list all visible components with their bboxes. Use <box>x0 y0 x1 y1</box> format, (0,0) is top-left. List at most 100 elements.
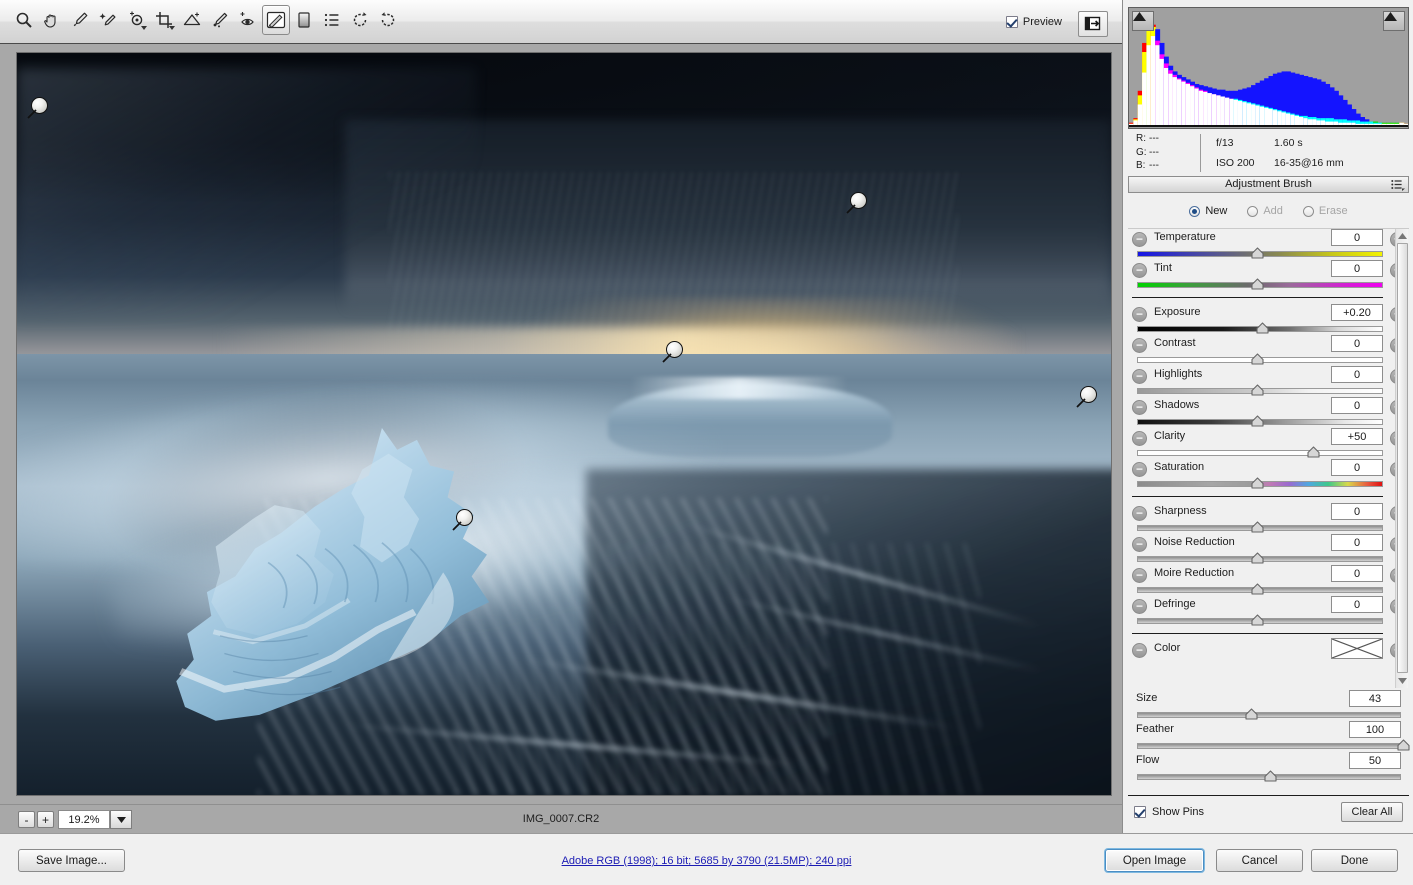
adjustment-pin-5[interactable] <box>449 509 473 533</box>
zoom-level-field[interactable]: 19.2% <box>58 810 110 829</box>
exposure-value-field[interactable]: +0.20 <box>1331 304 1383 321</box>
sharpness-value-field[interactable]: 0 <box>1331 503 1383 520</box>
saturation-decrease-button[interactable]: − <box>1132 462 1147 477</box>
done-button[interactable]: Done <box>1311 849 1398 872</box>
white-balance-tool[interactable] <box>66 5 94 35</box>
zoom-level-dropdown[interactable] <box>110 810 132 829</box>
radio-icon <box>1189 206 1200 217</box>
show-pins-checkbox-box[interactable] <box>1134 806 1146 818</box>
brush-mode-erase[interactable]: Erase <box>1303 205 1348 217</box>
temperature-decrease-button[interactable]: − <box>1132 232 1147 247</box>
highlights-decrease-button[interactable]: − <box>1132 369 1147 384</box>
spot-removal-tool[interactable] <box>206 5 234 35</box>
cancel-button[interactable]: Cancel <box>1216 849 1303 872</box>
adjustment-pin-4[interactable] <box>1073 386 1097 410</box>
exposure-thumb[interactable] <box>1256 322 1269 335</box>
presets-tool[interactable] <box>318 5 346 35</box>
saturation-thumb[interactable] <box>1251 477 1264 490</box>
contrast-thumb[interactable] <box>1251 353 1264 366</box>
highlights-thumb[interactable] <box>1251 384 1264 397</box>
scroll-down-arrow[interactable] <box>1397 675 1408 687</box>
clarity-track[interactable] <box>1137 450 1383 456</box>
zoom-tool[interactable] <box>10 5 38 35</box>
noise-reduction-value-field[interactable]: 0 <box>1331 534 1383 551</box>
tool-group <box>10 5 402 35</box>
sharpness-decrease-button[interactable]: − <box>1132 506 1147 521</box>
defringe-thumb[interactable] <box>1251 614 1264 627</box>
image-canvas[interactable] <box>0 44 1122 804</box>
slider-scrollbar[interactable] <box>1395 229 1408 688</box>
clarity-decrease-button[interactable]: − <box>1132 431 1147 446</box>
contrast-label: Contrast <box>1154 337 1196 349</box>
crop-tool[interactable] <box>150 5 178 35</box>
noise-reduction-decrease-button[interactable]: − <box>1132 537 1147 552</box>
red-eye-removal-tool[interactable] <box>234 5 262 35</box>
scroll-up-arrow[interactable] <box>1397 230 1408 242</box>
shadows-thumb[interactable] <box>1251 415 1264 428</box>
flow-value-field[interactable]: 50 <box>1349 752 1401 769</box>
contrast-decrease-button[interactable]: − <box>1132 338 1147 353</box>
graduated-filter-tool[interactable] <box>290 5 318 35</box>
defringe-decrease-button[interactable]: − <box>1132 599 1147 614</box>
zoom-out-button[interactable]: - <box>18 811 35 828</box>
flow-thumb[interactable] <box>1264 770 1277 783</box>
feather-value-field[interactable]: 100 <box>1349 721 1401 738</box>
photo-preview[interactable] <box>17 53 1111 795</box>
straighten-tool[interactable] <box>178 5 206 35</box>
moire-reduction-decrease-button[interactable]: − <box>1132 568 1147 583</box>
feather-track[interactable] <box>1137 743 1401 749</box>
tint-value-field[interactable]: 0 <box>1331 260 1383 277</box>
temperature-value-field[interactable]: 0 <box>1331 229 1383 246</box>
tint-decrease-button[interactable]: − <box>1132 263 1147 278</box>
moire-reduction-value-field[interactable]: 0 <box>1331 565 1383 582</box>
sharpness-thumb[interactable] <box>1251 521 1264 534</box>
fullscreen-toggle-button[interactable] <box>1078 11 1108 37</box>
histogram[interactable] <box>1128 7 1409 129</box>
brush-mode-add[interactable]: Add <box>1247 205 1283 217</box>
slider-temperature: −Temperature0+ <box>1128 229 1391 260</box>
open-image-button[interactable]: Open Image <box>1105 849 1204 872</box>
size-value-field[interactable]: 43 <box>1349 690 1401 707</box>
scrollbar-thumb[interactable] <box>1397 243 1408 673</box>
panel-menu-icon[interactable] <box>1391 179 1405 191</box>
highlights-value-field[interactable]: 0 <box>1331 366 1383 383</box>
clarity-thumb[interactable] <box>1307 446 1320 459</box>
preview-checkbox[interactable]: Preview <box>1006 16 1062 28</box>
show-pins-checkbox[interactable]: Show Pins <box>1134 806 1204 818</box>
hand-tool[interactable] <box>38 5 66 35</box>
saturation-value-field[interactable]: 0 <box>1331 459 1383 476</box>
adjustment-pin-1[interactable] <box>24 97 48 121</box>
brush-mode-new[interactable]: New <box>1189 205 1227 217</box>
shadow-clipping-button[interactable] <box>1132 11 1154 31</box>
adjustment-brush-tool[interactable] <box>262 5 290 35</box>
slider-thumb-icon <box>1264 770 1277 783</box>
preview-checkbox-box[interactable] <box>1006 16 1018 28</box>
shadows-value-field[interactable]: 0 <box>1331 397 1383 414</box>
noise-reduction-thumb[interactable] <box>1251 552 1264 565</box>
contrast-value-field[interactable]: 0 <box>1331 335 1383 352</box>
brush-settings: Size43Feather100Flow50 <box>1128 690 1409 792</box>
color-swatch[interactable] <box>1331 638 1383 659</box>
color-decrease-button[interactable]: − <box>1132 643 1147 658</box>
shadows-decrease-button[interactable]: − <box>1132 400 1147 415</box>
exposure-decrease-button[interactable]: − <box>1132 307 1147 322</box>
moire-reduction-thumb[interactable] <box>1251 583 1264 596</box>
rotate-clockwise-tool[interactable] <box>374 5 402 35</box>
zoom-in-button[interactable]: + <box>37 811 54 828</box>
adjustment-pin-3[interactable] <box>659 341 683 365</box>
temperature-thumb[interactable] <box>1251 247 1264 260</box>
size-track[interactable] <box>1137 712 1401 718</box>
clear-all-button[interactable]: Clear All <box>1341 802 1403 822</box>
tint-thumb[interactable] <box>1251 278 1264 291</box>
clarity-value-field[interactable]: +50 <box>1331 428 1383 445</box>
size-thumb[interactable] <box>1245 708 1258 721</box>
feather-thumb[interactable] <box>1397 739 1410 752</box>
rotate-counterclockwise-tool[interactable] <box>346 5 374 35</box>
highlight-clipping-button[interactable] <box>1383 11 1405 31</box>
adjustment-pin-2[interactable] <box>843 192 867 216</box>
defringe-value-field[interactable]: 0 <box>1331 596 1383 613</box>
targeted-adjustment-tool[interactable] <box>122 5 150 35</box>
panel-tab-adjustment-brush[interactable]: Adjustment Brush <box>1128 176 1409 193</box>
color-sampler-tool[interactable] <box>94 5 122 35</box>
radio-icon <box>1303 206 1314 217</box>
